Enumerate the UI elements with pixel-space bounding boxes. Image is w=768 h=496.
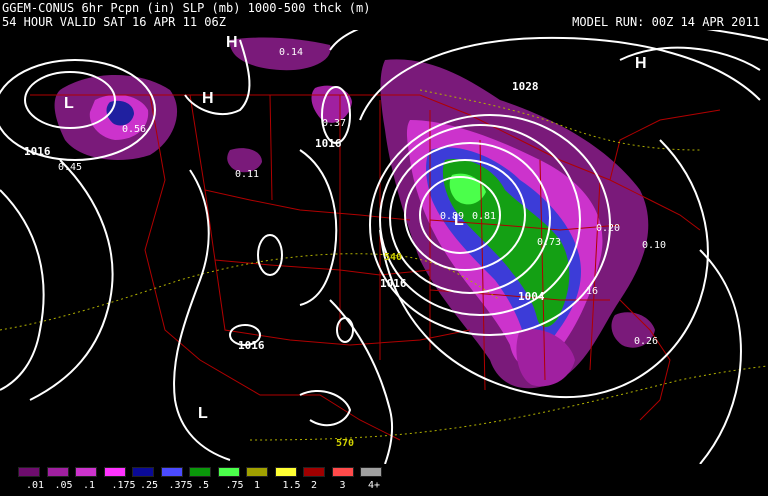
legend-label: .5	[197, 480, 210, 491]
precip-max-label: 0.56	[122, 124, 146, 135]
legend-label: .1	[83, 480, 96, 491]
precip-max-label: 0.26	[634, 336, 658, 347]
model-run: MODEL RUN: 00Z 14 APR 2011	[572, 15, 760, 29]
legend-swatch	[103, 467, 126, 477]
isobar-label: 1016	[24, 145, 51, 158]
legend-swatch	[360, 467, 382, 477]
precip-shading	[54, 37, 655, 389]
high-center: H	[226, 34, 238, 51]
product-title: GGEM-CONUS 6hr Pcpn (in) SLP (mb) 1000-5…	[2, 1, 371, 15]
weather-map: H H H L L L 1028 1016 1016 1016 1016 100…	[0, 30, 768, 464]
legend-swatch	[132, 467, 154, 477]
thickness-label: 570	[336, 438, 354, 449]
legend-swatch	[246, 467, 268, 477]
thickness-label: 540	[384, 252, 402, 263]
precip-max-label: 0.20	[596, 223, 620, 234]
legend-label: 3	[339, 480, 346, 491]
legend-label: .01	[26, 480, 45, 491]
valid-time: 54 HOUR VALID SAT 16 APR 11 06Z	[2, 15, 226, 29]
high-center: H	[635, 55, 647, 72]
high-center: H	[202, 90, 214, 107]
precip-max-label: 0.14	[279, 47, 303, 58]
precip-max-label: 0.45	[58, 162, 82, 173]
legend-label: .375	[168, 480, 193, 491]
legend-swatch	[46, 467, 69, 477]
legend-swatch	[18, 467, 40, 477]
legend-label: .75	[225, 480, 244, 491]
legend-label: 2	[311, 480, 318, 491]
isobar-label: 1016	[380, 277, 407, 290]
legend-swatch	[331, 467, 354, 477]
precip-max-label: 0.89	[440, 211, 464, 222]
legend-swatch	[217, 467, 240, 477]
isobar-label: 1016	[238, 339, 265, 352]
precip-max-label: 0.10	[642, 240, 666, 251]
legend-swatch	[160, 467, 183, 477]
legend-swatch	[75, 467, 97, 477]
precip-max-label: 0.11	[235, 169, 259, 180]
legend-swatch	[274, 467, 297, 477]
legend-swatch	[303, 467, 325, 477]
legend-swatch	[189, 467, 211, 477]
precip-max-label: 16	[586, 286, 598, 297]
legend-label: .05	[54, 480, 73, 491]
precip-max-label: 0.81	[472, 211, 496, 222]
isobar-label: 1004	[518, 290, 545, 303]
low-center: L	[198, 405, 208, 422]
legend-label: 4+	[368, 480, 381, 491]
legend-label: 1.5	[282, 480, 301, 491]
precip-max-label: 0.73	[537, 237, 561, 248]
legend-label: .25	[140, 480, 159, 491]
low-center: L	[64, 95, 74, 112]
precip-legend: .01 .05 .1 .175 .25 .375 .5 .75 1 1.5 2 3 4+	[18, 467, 392, 493]
isobar-label: 1028	[512, 80, 539, 93]
isobar-label: 1016	[315, 137, 342, 150]
legend-label: 1	[254, 480, 261, 491]
precip-max-label: 0.37	[322, 118, 346, 129]
legend-label: .175	[111, 480, 136, 491]
